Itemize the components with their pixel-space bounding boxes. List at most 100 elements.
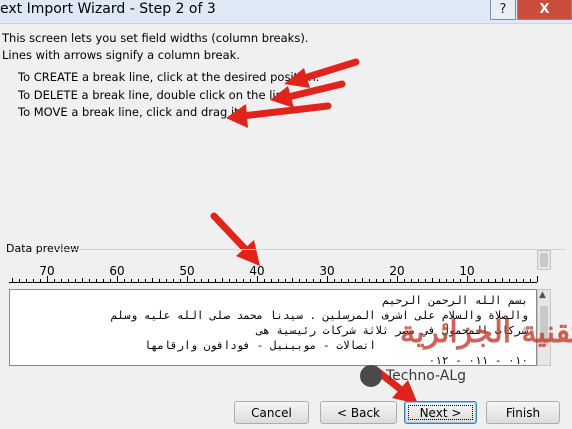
ruler-tick <box>166 279 167 282</box>
next-button[interactable]: Next > <box>404 401 477 424</box>
ruler-tick <box>404 279 405 282</box>
close-icon: X <box>539 2 550 17</box>
ruler-tick <box>502 278 503 282</box>
preview-line: ٠١٠ - ٠١١ - ٠١٢ <box>428 354 528 366</box>
ruler-tick <box>159 279 160 282</box>
ruler-tick <box>124 279 125 282</box>
ruler-scroll[interactable] <box>537 250 551 270</box>
watermark-text: التقنية الجزائرية <box>400 315 572 350</box>
ruler-tick <box>320 279 321 282</box>
ruler-tick <box>96 279 97 282</box>
group-divider <box>56 249 566 250</box>
ruler-tick <box>369 279 370 282</box>
ruler-tick <box>61 279 62 282</box>
ruler-tick <box>495 279 496 282</box>
ruler-tick <box>264 279 265 282</box>
ruler-tick <box>47 276 48 282</box>
cancel-button-label: Cancel <box>251 405 292 420</box>
annotation-arrow-icon <box>210 212 260 266</box>
ruler-tick <box>397 276 398 282</box>
techno-alg-logo-icon <box>360 365 382 387</box>
back-button-label: < Back <box>336 405 380 420</box>
ruler-tick <box>40 279 41 282</box>
title-bar: ext Import Wizard - Step 2 of 3 ? X <box>0 0 572 24</box>
ruler-tick <box>208 279 209 282</box>
ruler-tick <box>453 279 454 282</box>
ruler-tick <box>348 279 349 282</box>
ruler-tick <box>222 278 223 282</box>
ruler-tick <box>26 279 27 282</box>
annotation-arrow-icon <box>226 102 332 128</box>
ruler-tick <box>201 279 202 282</box>
ruler-tick <box>82 278 83 282</box>
ruler-tick <box>229 279 230 282</box>
ruler-tick <box>327 276 328 282</box>
ruler-tick <box>12 278 13 282</box>
scroll-thumb[interactable] <box>540 253 548 267</box>
ruler-tick <box>278 279 279 282</box>
ruler-tick <box>236 279 237 282</box>
scroll-up-icon[interactable]: ▲ <box>539 290 546 300</box>
ruler-tick <box>313 279 314 282</box>
ruler-tick <box>54 279 55 282</box>
ruler-tick <box>467 276 468 282</box>
cancel-button[interactable]: Cancel <box>234 401 309 424</box>
ruler-tick <box>334 279 335 282</box>
ruler-tick <box>180 279 181 282</box>
finish-button-label: Finish <box>505 405 541 420</box>
ruler-tick <box>110 279 111 282</box>
instruction-move: To MOVE a break line, click and drag it. <box>18 105 243 119</box>
ruler-tick <box>243 279 244 282</box>
ruler-tick <box>355 279 356 282</box>
ruler-tick <box>173 279 174 282</box>
ruler-tick <box>383 279 384 282</box>
watermark-logo-text: Techno-ALg <box>386 368 467 384</box>
ruler-baseline <box>9 282 537 283</box>
ruler-tick <box>418 279 419 282</box>
help-icon: ? <box>499 2 507 17</box>
ruler-tick <box>33 279 34 282</box>
ruler-tick <box>89 279 90 282</box>
ruler-tick <box>250 279 251 282</box>
focus-rect <box>408 405 473 420</box>
description-line-1: This screen lets you set field widths (c… <box>2 31 309 45</box>
ruler-tick <box>362 278 363 282</box>
help-button[interactable]: ? <box>490 0 516 20</box>
ruler-tick <box>187 276 188 282</box>
ruler-tick <box>292 278 293 282</box>
ruler-tick <box>530 279 531 282</box>
ruler-tick <box>285 279 286 282</box>
ruler-tick <box>152 278 153 282</box>
ruler-tick <box>68 279 69 282</box>
ruler-tick <box>439 279 440 282</box>
preview-line: بسم الله الرحمن الرحيم <box>382 294 528 307</box>
back-button[interactable]: < Back <box>320 401 397 424</box>
column-ruler[interactable]: 70 60 50 40 30 20 10 <box>9 264 538 286</box>
finish-button[interactable]: Finish <box>486 401 560 424</box>
ruler-tick <box>257 276 258 282</box>
ruler-tick <box>103 279 104 282</box>
preview-line: اتصالات - موبينيل - فودافون وارقامها <box>144 339 376 352</box>
ruler-tick <box>488 279 489 282</box>
ruler-tick <box>523 279 524 282</box>
ruler-tick <box>481 279 482 282</box>
ruler-tick <box>460 279 461 282</box>
ruler-tick <box>341 279 342 282</box>
ruler-tick <box>390 279 391 282</box>
ruler-tick <box>117 276 118 282</box>
close-button[interactable]: X <box>517 0 572 20</box>
ruler-tick <box>19 279 20 282</box>
window-title: ext Import Wizard - Step 2 of 3 <box>0 1 216 17</box>
ruler-tick <box>425 279 426 282</box>
ruler-tick <box>194 279 195 282</box>
ruler-tick <box>432 278 433 282</box>
ruler-tick <box>215 279 216 282</box>
ruler-tick <box>145 279 146 282</box>
description-line-2: Lines with arrows signify a column break… <box>2 48 240 62</box>
ruler-tick <box>306 279 307 282</box>
ruler-tick <box>75 279 76 282</box>
ruler-tick <box>299 279 300 282</box>
ruler-tick <box>138 279 139 282</box>
ruler-tick <box>411 279 412 282</box>
ruler-tick <box>516 279 517 282</box>
